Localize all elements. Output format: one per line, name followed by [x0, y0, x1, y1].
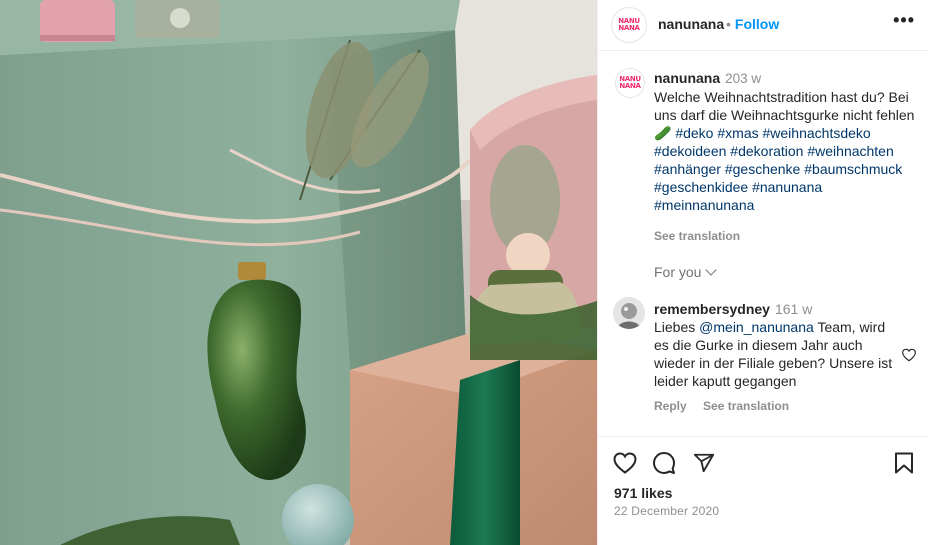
post-panel: NANU NANA nanunana • Follow ••• NANU NANA… [597, 0, 928, 545]
post-date[interactable]: 22 December 2020 [614, 504, 719, 518]
comment-icon[interactable] [652, 451, 676, 475]
comment-avatar[interactable] [613, 297, 645, 329]
hashtag[interactable]: #nanunana [752, 179, 822, 195]
caption-username[interactable]: nanunana [654, 70, 720, 86]
follow-button[interactable]: • Follow [726, 16, 779, 32]
instagram-post: NANU NANA nanunana • Follow ••• NANU NANA… [0, 0, 928, 545]
comment-mention[interactable]: @mein_nanunana [699, 319, 814, 335]
comment: remembersydney 161 w Liebes @mein_nanunan… [654, 300, 894, 390]
nanunana-logo: NANU NANA [614, 10, 644, 40]
for-you-label: For you [654, 264, 702, 280]
caption-avatar[interactable]: NANU NANA [615, 68, 645, 98]
logo-text-bottom: NANA [619, 82, 641, 90]
hashtag[interactable]: #meinnanunana [654, 197, 754, 213]
hashtag[interactable]: #geschenkidee [654, 179, 748, 195]
hashtag[interactable]: #anhänger [654, 161, 721, 177]
comment-prefix: Liebes [654, 319, 696, 335]
more-options-icon[interactable]: ••• [893, 10, 915, 31]
post-photo[interactable] [0, 0, 597, 545]
chevron-down-icon [705, 264, 718, 276]
comment-like-heart-icon[interactable] [901, 348, 917, 362]
likes-count[interactable]: 971 likes [614, 485, 672, 501]
comment-time[interactable]: 161 w [775, 301, 812, 317]
christmas-gifts-photo [0, 0, 597, 545]
for-you-dropdown[interactable]: For you [654, 264, 718, 280]
hashtag[interactable]: #dekoration [730, 143, 803, 159]
follow-label: Follow [734, 16, 780, 32]
hashtag[interactable]: #dekoideen [654, 143, 726, 159]
hashtag[interactable]: #geschenke [725, 161, 801, 177]
comment-username[interactable]: remembersydney [654, 301, 770, 317]
caption-time[interactable]: 203 w [725, 71, 761, 86]
hashtag[interactable]: #xmas [717, 125, 758, 141]
comment-see-translation[interactable]: See translation [703, 399, 789, 413]
header-username[interactable]: nanunana [658, 16, 724, 32]
reply-button[interactable]: Reply [654, 399, 687, 413]
hashtag[interactable]: #weihnachten [807, 143, 893, 159]
hashtag[interactable]: #baumschmuck [804, 161, 902, 177]
commenter-avatar-image [613, 297, 645, 329]
post-header: NANU NANA nanunana • Follow ••• [598, 0, 928, 51]
logo-text-bottom: NANA [618, 24, 640, 32]
caption-see-translation[interactable]: See translation [654, 229, 740, 243]
profile-avatar[interactable]: NANU NANA [611, 7, 647, 43]
header-separator: • [726, 16, 731, 32]
hashtag[interactable]: #deko [675, 125, 713, 141]
hashtag[interactable]: #weihnachtsdeko [763, 125, 871, 141]
paper-plane-icon[interactable] [693, 452, 715, 474]
bookmark-icon[interactable] [894, 452, 914, 474]
heart-icon[interactable] [613, 452, 637, 474]
comment-actions: Reply See translation [654, 399, 802, 413]
caption: nanunana 203 w Welche Weihnachtstradition… [654, 69, 916, 214]
nanunana-logo: NANU NANA [617, 70, 643, 96]
